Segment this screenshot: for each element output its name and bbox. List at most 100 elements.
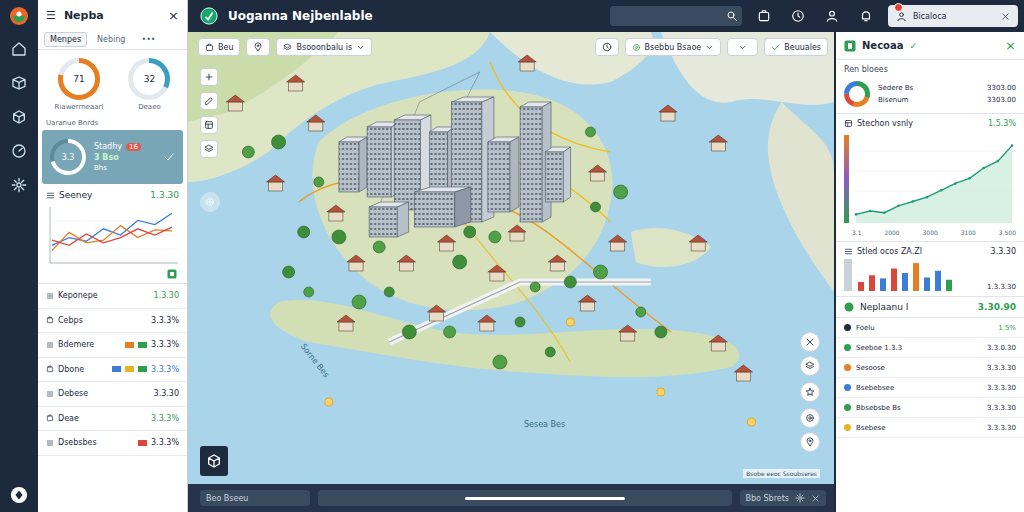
panel-icon (844, 40, 856, 52)
box-icon (46, 365, 54, 373)
toolbar-button[interactable] (786, 5, 810, 27)
panel-header: ☰ Nepba × (38, 0, 187, 30)
tab[interactable]: Menpes (44, 32, 87, 47)
app-title: Uoganna Nejbenlable (228, 9, 373, 23)
row-value: 3.3.3% (151, 316, 179, 325)
map-control-button[interactable] (800, 356, 820, 376)
row-label: Bsebebsee (856, 384, 982, 392)
timeline-handle[interactable] (465, 497, 625, 500)
account-logo-icon[interactable] (10, 486, 28, 504)
list-row[interactable]: Dbone3.3.3% (38, 358, 187, 383)
toolbar-button[interactable] (820, 5, 844, 27)
card-value: 3.3 (62, 153, 75, 162)
list-row[interactable]: Deae3.3.3% (38, 407, 187, 432)
nav-button[interactable] (7, 72, 31, 94)
list-row[interactable]: Bdemere3.3.3% (38, 333, 187, 358)
cube-view-button[interactable] (200, 446, 228, 476)
map-canvas[interactable] (188, 32, 834, 484)
toolbar-button[interactable]: Beuuales (764, 38, 828, 56)
search-box[interactable] (610, 6, 742, 26)
list-row[interactable]: Debese3.3.30 (38, 382, 187, 407)
panel-title: Necoaa (862, 40, 903, 51)
expand-icon[interactable] (167, 269, 177, 279)
map-tool-button[interactable] (200, 140, 218, 158)
list-row[interactable]: Bbsebsbe Bs3.3.3.30 (836, 398, 1024, 418)
list-row[interactable]: Dsebsbes3.3.3% (38, 431, 187, 456)
row-tag (138, 342, 147, 348)
row-label: Bsebese (856, 424, 982, 432)
target-icon (632, 43, 641, 52)
toolbar-dropdown[interactable]: Bsebbu Bsaoe (625, 38, 722, 56)
toolbar-dropdown[interactable]: Bsooonbalu is (276, 38, 372, 56)
chart-value: 1.3.30 (150, 190, 179, 200)
chart-action-button[interactable] (44, 269, 181, 281)
tab[interactable]: Nebing (91, 32, 131, 47)
row-tag (138, 440, 147, 446)
list-row[interactable]: Foelu1.5% (836, 318, 1024, 338)
donut-value: 71 (73, 74, 84, 84)
donut-row: 71Riawerrneaarl32Deaeo (38, 50, 187, 115)
pin-button[interactable] (246, 38, 270, 56)
nav-button[interactable] (7, 38, 31, 60)
map-control-button[interactable] (800, 382, 820, 402)
map-control-button[interactable] (800, 408, 820, 428)
clock-icon (791, 9, 805, 23)
toolbar-button[interactable] (854, 5, 878, 27)
map-tool-button[interactable] (200, 92, 218, 110)
list-row[interactable]: Bsebebsee3.3.3.30 (836, 378, 1024, 398)
list-row[interactable]: Cebps3.3.3% (38, 309, 187, 334)
location-field[interactable]: Beo Bseeu (200, 490, 310, 506)
nav-button[interactable] (7, 174, 31, 196)
chart-title: Stechon vsnly (857, 119, 984, 128)
compass-icon (205, 197, 215, 207)
map-control-button[interactable] (800, 332, 820, 352)
panel-title: Nepba (64, 9, 160, 22)
nav-button[interactable] (7, 140, 31, 162)
axis-tick: 2000 (884, 229, 899, 236)
search-icon (726, 10, 738, 22)
map-control-button[interactable] (800, 432, 820, 452)
stat-list: Sedere Bs3303.00Bisenum3303.00 (878, 84, 1016, 104)
row-value: 3.3.30 (154, 389, 179, 398)
nav-button[interactable] (7, 106, 31, 128)
donut-label: Deaeo (138, 103, 161, 111)
card-info: Stadhy163 BsoBhs (94, 142, 155, 172)
close-icon[interactable] (1001, 12, 1010, 21)
card-donut: 3.3 (50, 139, 86, 175)
highlight-card[interactable]: 3.3 Stadhy163 BsoBhs (42, 130, 183, 184)
list-row[interactable]: Sesoose3.3.3.30 (836, 358, 1024, 378)
user-icon (825, 9, 839, 23)
status-dot (844, 344, 851, 351)
user-chip[interactable]: Bicaloca (888, 5, 1018, 27)
close-button[interactable]: × (1005, 38, 1016, 53)
filter-field[interactable]: Bbo Sbrets (740, 490, 827, 506)
toolbar-button[interactable]: Beu (198, 38, 240, 56)
history-button[interactable] (595, 38, 619, 56)
package-icon (11, 75, 27, 91)
card-title: Stadhy (94, 142, 122, 151)
dropdown-toggle[interactable] (727, 38, 758, 56)
row-label: Dsebsbes (58, 438, 134, 447)
row-value: 3.3.3.30 (987, 424, 1016, 432)
map-tool-button[interactable] (200, 68, 218, 86)
toolbar-button[interactable] (752, 5, 776, 27)
area-chart (844, 131, 1016, 227)
chart-icon (844, 247, 853, 256)
menu-button[interactable]: ☰ (46, 9, 56, 22)
close-button[interactable]: × (168, 8, 179, 23)
axis-tick: 3100 (961, 229, 976, 236)
card-subtitle: 3 Bso (94, 153, 155, 162)
timeline-track[interactable] (318, 490, 732, 506)
card-donut-center: 3.3 (50, 139, 86, 175)
bar (858, 282, 864, 291)
list-row[interactable]: Keponepe1.3.30 (38, 284, 187, 309)
bar (902, 273, 908, 291)
map-tool-button[interactable] (200, 116, 218, 134)
locate-icon (805, 413, 815, 423)
tab[interactable]: ••• (135, 32, 161, 47)
compass-button[interactable] (200, 192, 220, 212)
list-row[interactable]: Bsebese 3.3.3.30 (836, 418, 1024, 438)
map-view[interactable]: BeuBsooonbalu isBsebbu BsaoeBeuualesSorn… (188, 32, 834, 484)
list-row[interactable]: Seeboe 1.3.33.3.0.30 (836, 338, 1024, 358)
app-logo-icon[interactable] (9, 6, 29, 26)
